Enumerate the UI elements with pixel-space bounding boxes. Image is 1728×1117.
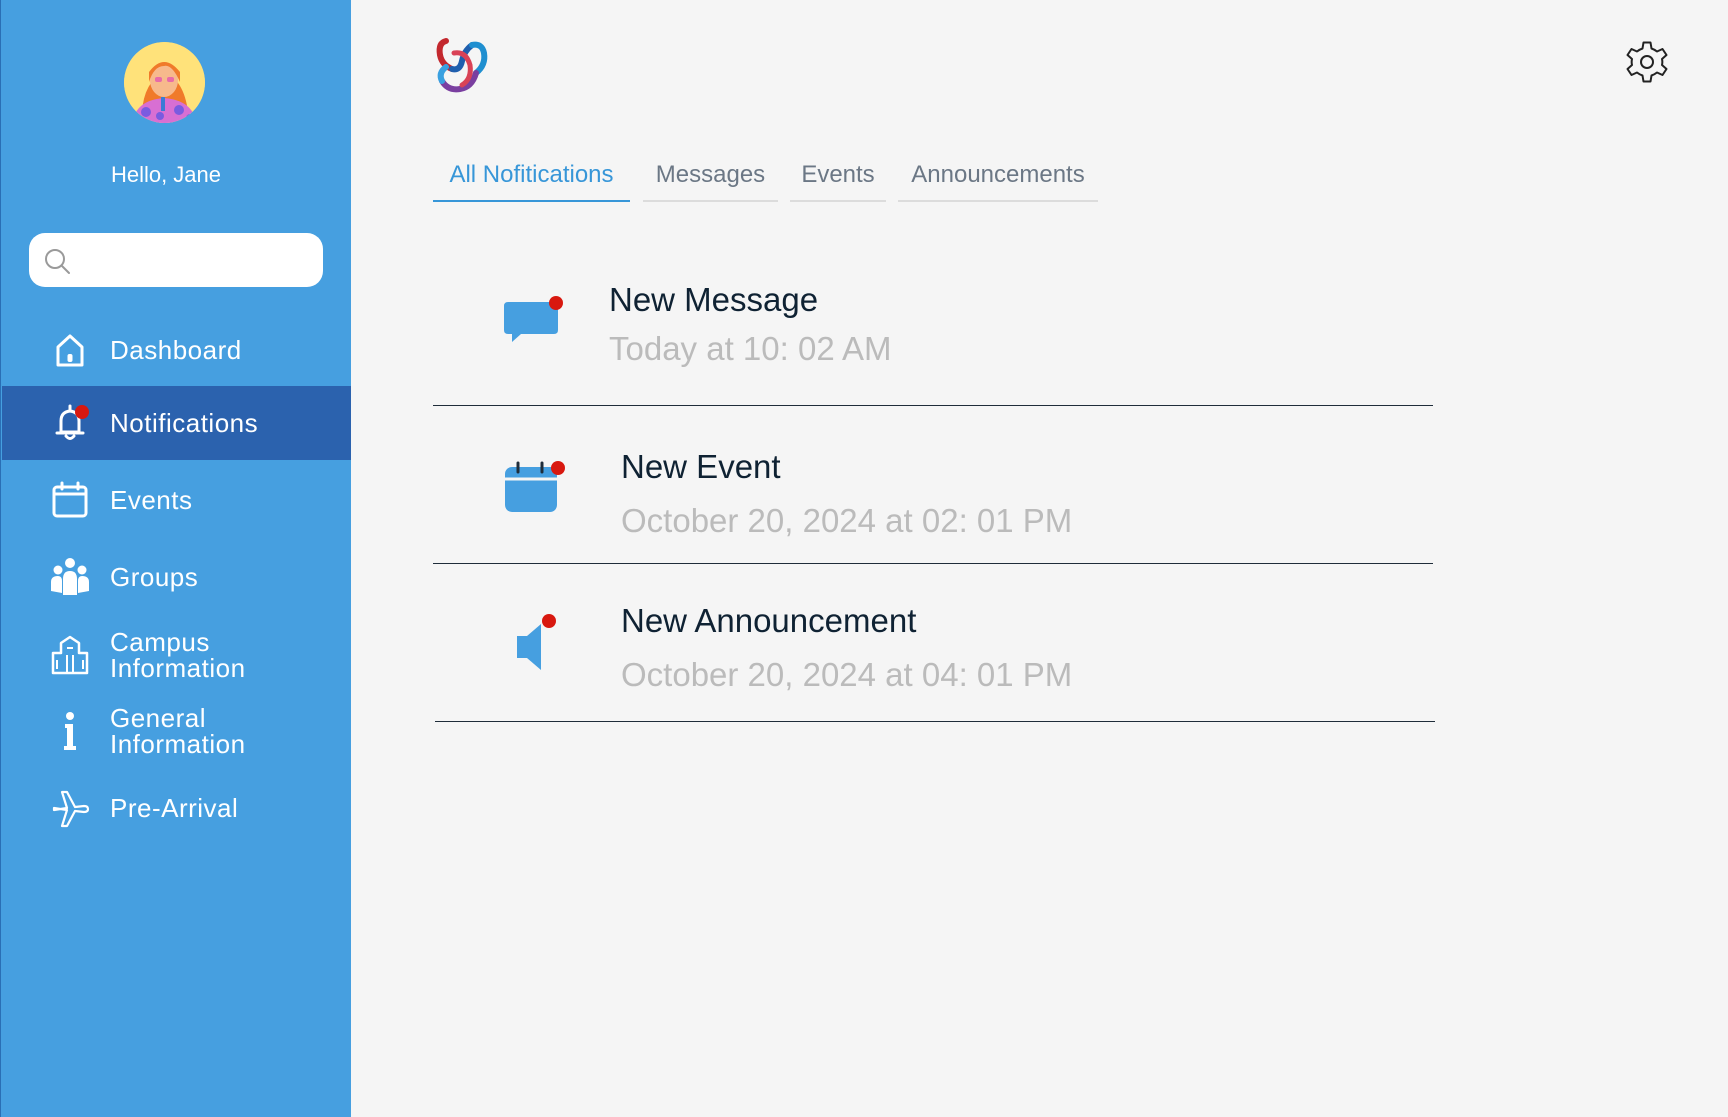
notification-time: Today at 10: 02 AM bbox=[609, 330, 892, 367]
info-icon bbox=[64, 712, 76, 750]
gear-icon[interactable] bbox=[1623, 38, 1671, 86]
message-icon bbox=[504, 296, 563, 342]
notification-time: October 20, 2024 at 04: 01 PM bbox=[621, 656, 1073, 693]
notification-title: New Message bbox=[609, 281, 819, 318]
app-logo bbox=[436, 38, 488, 93]
notification-item-event[interactable]: New Event October 20, 2024 at 02: 01 PM bbox=[433, 406, 1433, 564]
sidebar-item-label: Notifications bbox=[110, 408, 259, 438]
notification-title: New Event bbox=[621, 448, 781, 485]
sidebar-item-label-line1: General bbox=[110, 703, 206, 733]
notification-badge bbox=[75, 405, 89, 419]
tab-messages[interactable]: Messages bbox=[643, 160, 778, 202]
sidebar-item-events[interactable]: Events bbox=[2, 463, 351, 537]
megaphone-icon bbox=[517, 614, 556, 670]
tab-events[interactable]: Events bbox=[790, 160, 886, 202]
search-icon bbox=[45, 249, 70, 274]
sidebar-item-notifications[interactable]: Notifications bbox=[2, 386, 351, 460]
sidebar-item-label: Groups bbox=[110, 562, 199, 592]
sidebar-item-dashboard[interactable]: Dashboard bbox=[2, 313, 351, 387]
notification-time: October 20, 2024 at 02: 01 PM bbox=[621, 502, 1073, 539]
notification-item-announcement[interactable]: New Announcement October 20, 2024 at 04:… bbox=[435, 564, 1435, 722]
airplane-icon bbox=[52, 790, 90, 828]
groups-icon bbox=[51, 558, 89, 595]
sidebar-item-label-line1: Campus bbox=[110, 627, 210, 657]
tab-all-notifications[interactable]: All Nofitications bbox=[433, 160, 630, 202]
sidebar: Hello, Jane Dashboard Notifications Even… bbox=[0, 0, 351, 1117]
sidebar-item-label-line2: Information bbox=[110, 653, 246, 683]
sidebar-item-label: Pre-Arrival bbox=[110, 793, 239, 823]
notification-item-message[interactable]: New Message Today at 10: 02 AM bbox=[433, 255, 1433, 406]
building-icon bbox=[51, 635, 89, 675]
sidebar-item-label: General Information bbox=[110, 705, 330, 757]
calendar-icon bbox=[505, 461, 565, 512]
calendar-icon bbox=[52, 481, 88, 518]
sidebar-item-label-line2: Information bbox=[110, 729, 246, 759]
sidebar-item-label: Dashboard bbox=[110, 335, 242, 365]
tab-announcements[interactable]: Announcements bbox=[898, 160, 1098, 202]
search-input[interactable] bbox=[29, 233, 323, 287]
sidebar-item-groups[interactable]: Groups bbox=[2, 540, 351, 614]
avatar[interactable] bbox=[124, 42, 205, 123]
sidebar-item-label: Events bbox=[110, 485, 193, 515]
sidebar-item-pre-arrival[interactable]: Pre-Arrival bbox=[2, 771, 351, 845]
user-greeting: Hello, Jane bbox=[110, 162, 222, 187]
home-icon bbox=[56, 334, 84, 367]
sidebar-item-label: Campus Information bbox=[110, 629, 330, 681]
notification-title: New Announcement bbox=[621, 602, 917, 639]
sidebar-item-general-information[interactable]: General Information bbox=[2, 694, 351, 768]
sidebar-item-campus-information[interactable]: Campus Information bbox=[2, 618, 351, 692]
app-window: Hello, Jane Dashboard Notifications Even… bbox=[0, 0, 1728, 1117]
